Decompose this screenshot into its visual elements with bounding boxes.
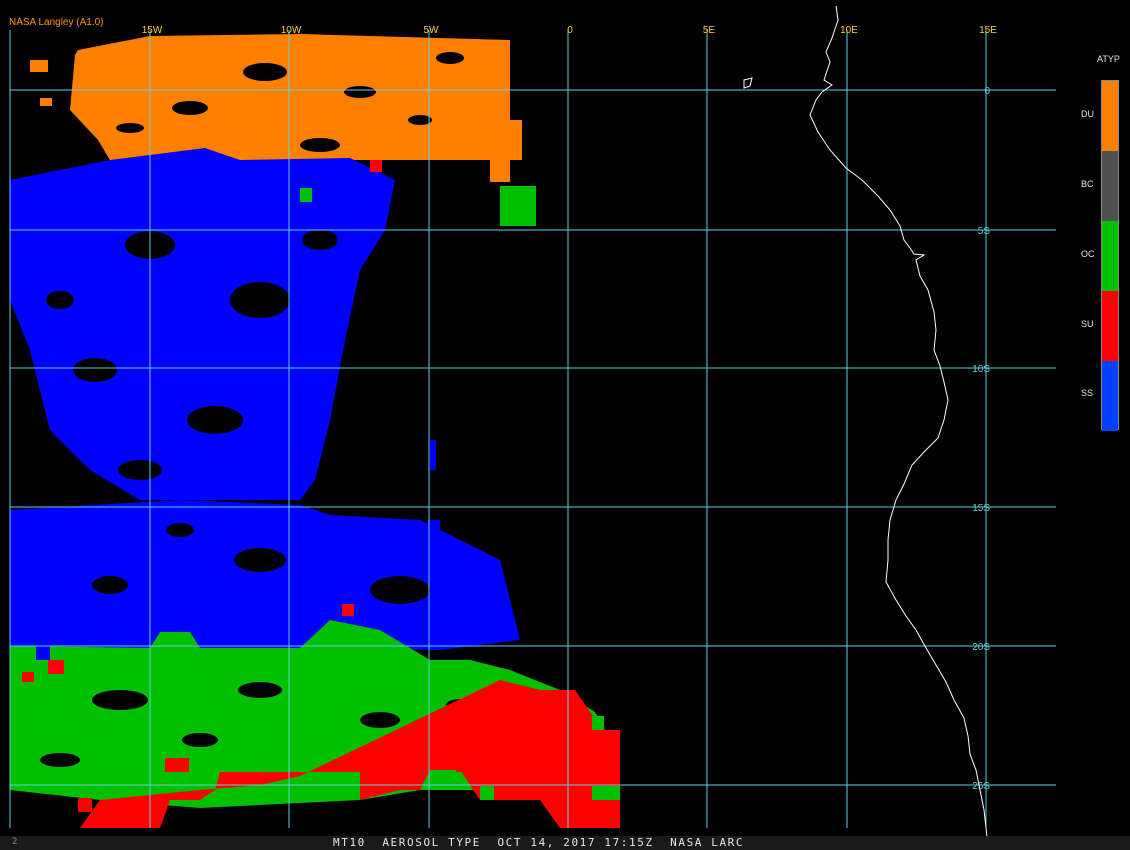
- aerosol-type-legend: [1101, 80, 1119, 431]
- latitude-label: 20S: [972, 642, 990, 653]
- aerosol-type-map: 15W 10W 5W 0 5E 10E 15E 0 5S 10S 15S 20S 25S: [0, 0, 1130, 850]
- legend-swatch-du: [1102, 81, 1118, 151]
- latitude-label: 25S: [972, 781, 990, 792]
- longitude-label: 15W: [142, 25, 163, 36]
- longitude-label: 10W: [281, 25, 302, 36]
- latitude-label: 10S: [972, 364, 990, 375]
- legend-label-du: DU: [1081, 109, 1094, 119]
- longitude-label: 5W: [424, 25, 440, 36]
- product-title: MT10 AEROSOL TYPE OCT 14, 2017 17:15Z NA…: [333, 836, 745, 849]
- legend-label-ss: SS: [1081, 388, 1094, 398]
- longitude-label: 0: [567, 25, 573, 36]
- longitude-label: 10E: [840, 25, 858, 36]
- legend-swatch-ss: [1102, 361, 1118, 431]
- footer-corner-mark: 2: [12, 837, 18, 847]
- latitude-label: 15S: [972, 503, 990, 514]
- map-credit: NASA Langley (A1.0): [9, 17, 104, 28]
- legend-label-su: SU: [1081, 319, 1094, 329]
- latitude-label: 5S: [978, 226, 991, 237]
- legend-swatch-bc: [1102, 151, 1118, 221]
- latitude-label: 0: [984, 86, 990, 97]
- product-footer: 2 MT10 AEROSOL TYPE OCT 14, 2017 17:15Z …: [0, 836, 1130, 850]
- legend-title: ATYP: [1097, 54, 1120, 64]
- longitude-label: 5E: [703, 25, 716, 36]
- longitude-label: 15E: [979, 25, 997, 36]
- legend-swatch-oc: [1102, 221, 1118, 291]
- legend-label-oc: OC: [1081, 249, 1095, 259]
- legend-label-bc: BC: [1081, 179, 1094, 189]
- legend-swatch-su: [1102, 291, 1118, 361]
